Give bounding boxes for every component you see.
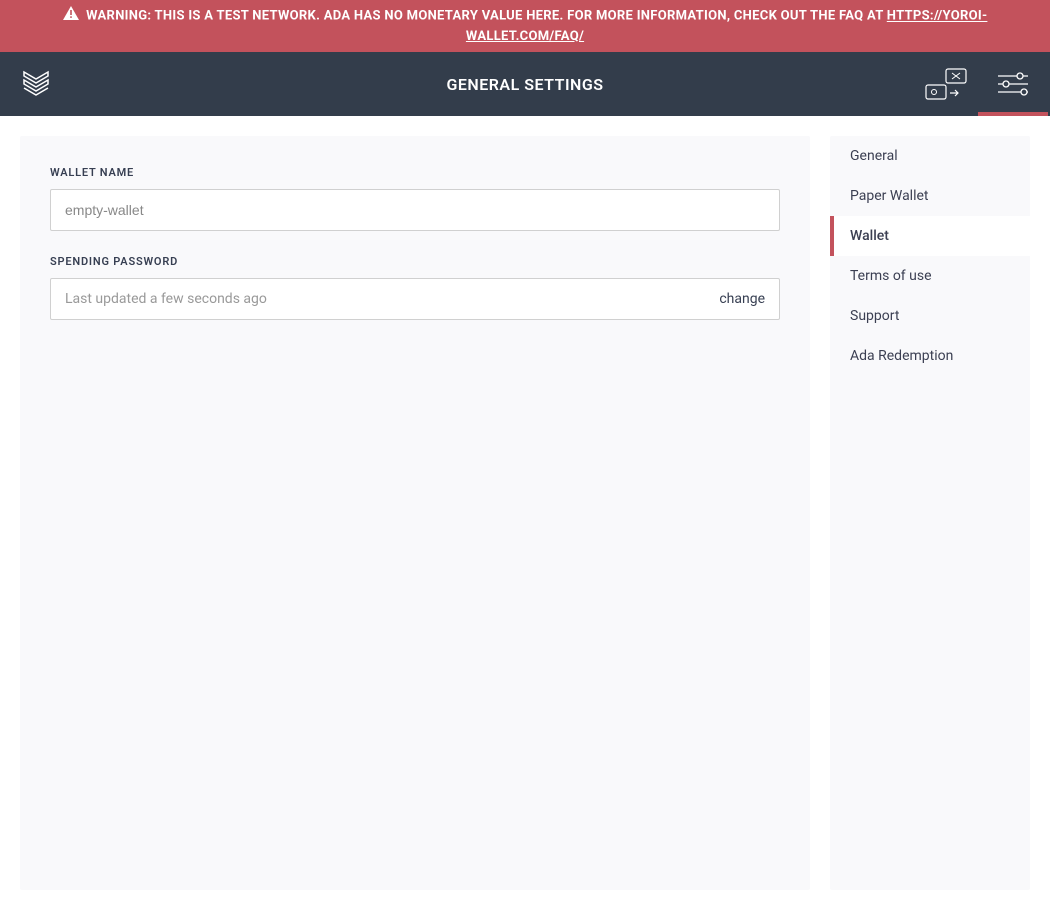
app-logo[interactable]: [20, 68, 52, 100]
top-actions: [924, 52, 1030, 116]
sidebar-item-wallet[interactable]: Wallet: [830, 216, 1030, 256]
warning-text: WARNING: THIS IS A TEST NETWORK. ADA HAS…: [86, 9, 883, 24]
top-bar: GENERAL SETTINGS: [0, 52, 1050, 116]
active-tab-indicator: [978, 112, 1048, 116]
sidebar-item-general[interactable]: General: [830, 136, 1030, 176]
warning-banner: WARNING: THIS IS A TEST NETWORK. ADA HAS…: [0, 0, 1050, 52]
main-area: WALLET NAME SPENDING PASSWORD Last updat…: [0, 116, 1050, 910]
sidebar-item-label: Paper Wallet: [850, 188, 929, 204]
sidebar-item-ada-redemption[interactable]: Ada Redemption: [830, 336, 1030, 376]
spending-password-label: SPENDING PASSWORD: [50, 255, 780, 268]
warning-icon: [63, 6, 79, 27]
sidebar-item-label: Wallet: [850, 228, 889, 244]
settings-button[interactable]: [996, 52, 1030, 116]
wallets-transfer-button[interactable]: [924, 52, 968, 116]
settings-card: WALLET NAME SPENDING PASSWORD Last updat…: [20, 136, 810, 890]
sidebar-item-label: Terms of use: [850, 268, 932, 284]
sidebar-item-label: Ada Redemption: [850, 348, 953, 364]
page-title: GENERAL SETTINGS: [446, 75, 603, 94]
sidebar-item-label: Support: [850, 308, 899, 324]
settings-sidebar: General Paper Wallet Wallet Terms of use…: [830, 136, 1030, 890]
spending-password-row: Last updated a few seconds ago change: [50, 278, 780, 320]
wallet-name-input[interactable]: [50, 189, 780, 231]
change-password-link[interactable]: change: [719, 291, 765, 307]
sidebar-item-support[interactable]: Support: [830, 296, 1030, 336]
wallet-name-label: WALLET NAME: [50, 166, 780, 179]
sidebar-item-label: General: [850, 148, 898, 164]
password-status-text: Last updated a few seconds ago: [65, 291, 267, 307]
sidebar-item-terms-of-use[interactable]: Terms of use: [830, 256, 1030, 296]
sidebar-item-paper-wallet[interactable]: Paper Wallet: [830, 176, 1030, 216]
